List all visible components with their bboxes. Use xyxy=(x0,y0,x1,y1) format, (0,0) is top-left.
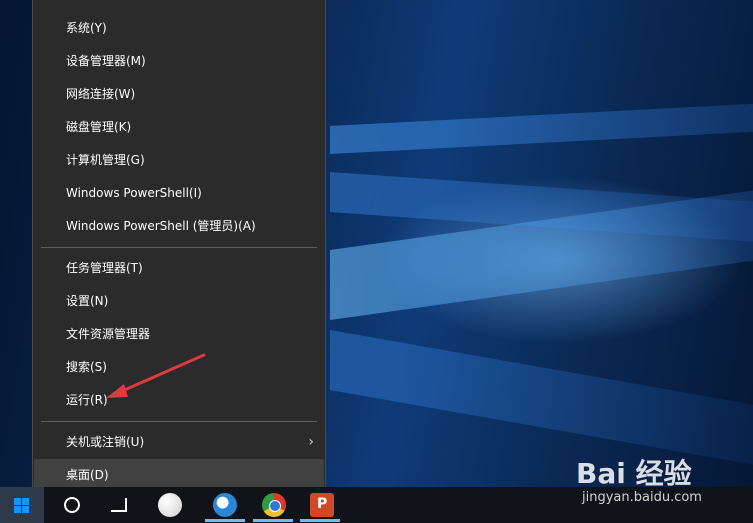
start-button[interactable] xyxy=(0,487,44,523)
browser-icon[interactable] xyxy=(213,493,237,517)
windows-start-icon xyxy=(14,498,30,513)
cortana-icon[interactable] xyxy=(64,497,80,513)
powerpoint-icon[interactable] xyxy=(310,493,334,517)
watermark-url: jingyan.baidu.com xyxy=(582,490,702,505)
taskbar-active-indicator xyxy=(300,519,340,522)
task-view-icon[interactable] xyxy=(111,498,127,512)
chrome-icon[interactable] xyxy=(262,493,286,517)
taskbar-active-indicator xyxy=(205,519,245,522)
app-icon[interactable] xyxy=(158,493,182,517)
taskbar-active-indicator xyxy=(253,519,293,522)
annotation-arrow xyxy=(106,353,206,398)
baidu-jingyan-watermark: Bai 经验 jingyan.baidu.com xyxy=(576,452,752,512)
watermark-logo: Bai 经验 xyxy=(576,457,692,490)
